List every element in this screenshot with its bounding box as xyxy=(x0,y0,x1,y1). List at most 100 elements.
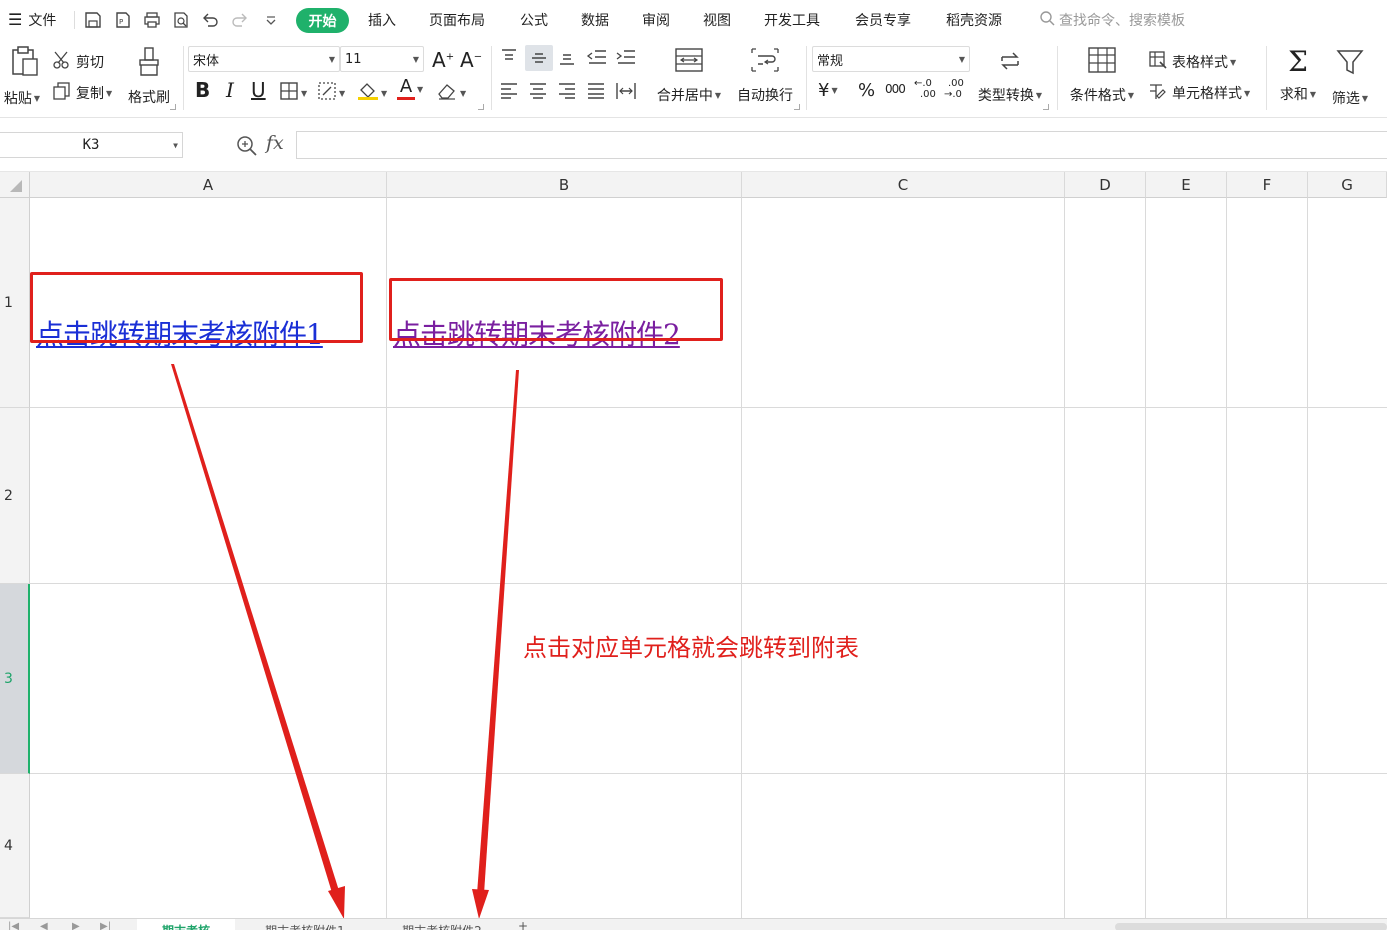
cut-button[interactable]: 剪切 xyxy=(52,50,104,74)
clipboard-dialog-launcher[interactable] xyxy=(170,104,176,110)
currency-icon: ¥ xyxy=(818,80,830,101)
currency-button[interactable]: ¥ ▼ xyxy=(818,80,838,101)
align-top-button[interactable] xyxy=(499,48,519,66)
font-color-button[interactable]: A ▼ xyxy=(397,78,423,100)
tab-developer[interactable]: 开发工具 xyxy=(764,10,820,30)
last-sheet-icon[interactable]: ▶| xyxy=(100,921,111,930)
print-icon[interactable] xyxy=(143,11,161,29)
align-right-icon xyxy=(559,83,575,99)
justify-button[interactable] xyxy=(586,82,606,100)
next-sheet-icon[interactable]: ▶ xyxy=(72,921,80,930)
font-name-value: 宋体 xyxy=(193,53,220,69)
sheet-tab-main[interactable]: 期末考核 xyxy=(137,919,235,930)
align-left-button[interactable] xyxy=(499,82,519,100)
zoom-icon[interactable] xyxy=(236,135,258,161)
align-center-icon xyxy=(530,83,546,99)
cell-style-button[interactable]: 单元格样式 ▼ xyxy=(1148,81,1250,105)
command-search[interactable]: 查找命令、搜索模板 xyxy=(1039,10,1185,30)
font-dialog-launcher[interactable] xyxy=(478,104,484,110)
tab-review[interactable]: 审阅 xyxy=(642,10,670,30)
clear-format-button[interactable]: ▼ xyxy=(436,81,466,105)
sum-button[interactable]: Σ 求和 ▼ xyxy=(1274,48,1322,104)
filter-button[interactable]: 筛选 ▼ xyxy=(1326,48,1374,108)
font-size-value: 11 xyxy=(345,51,362,67)
tab-formulas[interactable]: 公式 xyxy=(520,10,548,30)
tab-view[interactable]: 视图 xyxy=(703,10,731,30)
wrap-text-label: 自动换行 xyxy=(737,88,793,104)
prev-sheet-icon[interactable]: ◀ xyxy=(40,921,48,930)
percent-button[interactable]: % xyxy=(858,80,875,101)
percent-icon: % xyxy=(858,80,876,101)
tab-data[interactable]: 数据 xyxy=(581,10,609,30)
align-right-button[interactable] xyxy=(557,82,577,100)
tab-insert[interactable]: 插入 xyxy=(368,10,396,30)
thousands-separator-button[interactable]: 000 xyxy=(885,82,906,96)
bold-icon: B xyxy=(195,78,211,102)
font-size-select[interactable]: 11 ▼ xyxy=(340,46,424,72)
copy-button[interactable]: 复制 ▼ xyxy=(52,81,112,105)
font-name-select[interactable]: 宋体 ▼ xyxy=(188,46,340,72)
redo-icon[interactable] xyxy=(231,11,249,29)
sheet-tab-bar: |◀ ◀ ▶ ▶| 期末考核 期末考核附件1 期末考核附件2 + xyxy=(0,918,1387,930)
copy-icon xyxy=(52,81,72,105)
decrease-font-button[interactable]: A− xyxy=(460,48,482,72)
fill-pattern-button[interactable]: ▼ xyxy=(317,81,345,105)
align-bottom-button[interactable] xyxy=(557,48,577,66)
increase-indent-button[interactable] xyxy=(615,48,637,66)
wrap-text-icon xyxy=(750,46,780,78)
undo-icon[interactable] xyxy=(201,11,219,29)
first-sheet-icon[interactable]: |◀ xyxy=(8,921,19,930)
sheet-tab-attachment-2[interactable]: 期末考核附件2 xyxy=(375,919,509,930)
scissors-icon xyxy=(52,50,72,74)
distributed-button[interactable] xyxy=(615,82,637,100)
align-center-button[interactable] xyxy=(528,82,548,100)
tab-page-layout[interactable]: 页面布局 xyxy=(429,10,485,30)
function-wizard-button[interactable]: fx xyxy=(266,132,284,154)
underline-button[interactable]: U xyxy=(251,78,266,102)
customize-toolbar-icon[interactable] xyxy=(262,11,280,29)
sum-label: 求和 xyxy=(1279,87,1308,103)
increase-font-button[interactable]: A+ xyxy=(432,48,454,72)
italic-button[interactable]: I xyxy=(226,78,234,102)
save-icon[interactable] xyxy=(84,11,102,29)
conditional-format-icon xyxy=(1087,46,1117,78)
arrow-head-attachment-2 xyxy=(472,889,489,918)
tab-start[interactable]: 开始 xyxy=(296,8,349,33)
borders-button[interactable]: ▼ xyxy=(279,81,307,105)
arrow-head-attachment-1 xyxy=(328,886,345,918)
fill-color-button[interactable]: ▼ xyxy=(357,81,387,105)
formula-input[interactable] xyxy=(296,131,1387,159)
format-painter-button[interactable]: 格式刷 xyxy=(124,46,174,107)
alignment-dialog-launcher[interactable] xyxy=(794,104,800,110)
cell-style-label: 单元格样式 xyxy=(1172,86,1242,102)
eraser-icon xyxy=(436,81,458,105)
decrease-decimal-button[interactable]: .00 →.0 xyxy=(944,78,964,100)
underline-icon: U xyxy=(251,78,266,102)
table-style-button[interactable]: 表格样式 ▼ xyxy=(1148,50,1236,74)
search-placeholder: 查找命令、搜索模板 xyxy=(1059,13,1185,29)
tab-member[interactable]: 会员专享 xyxy=(855,10,911,30)
number-format-select[interactable]: 常规 ▼ xyxy=(812,46,970,72)
horizontal-scrollbar[interactable] xyxy=(1115,923,1387,930)
name-box[interactable]: K3 ▼ xyxy=(0,132,183,158)
print-preview-icon[interactable] xyxy=(172,11,190,29)
sheet-tab-attachment-1[interactable]: 期末考核附件1 xyxy=(237,919,373,930)
bold-button[interactable]: B xyxy=(195,78,210,102)
file-menu[interactable]: ☰ 文件 xyxy=(8,10,56,30)
file-menu-label: 文件 xyxy=(28,13,57,29)
ribbon-toolbar: 粘贴 ▼ 剪切 复制 ▼ 格式刷 宋体 ▼ 11 ▼ A+ A− B I U ▼ ▼ ▼ xyxy=(0,40,1387,118)
borders-icon xyxy=(279,81,299,105)
number-dialog-launcher[interactable] xyxy=(1043,104,1049,110)
wrap-text-button[interactable]: 自动换行 xyxy=(733,46,797,105)
conditional-format-button[interactable]: 条件格式 ▼ xyxy=(1066,46,1138,105)
decrease-indent-button[interactable] xyxy=(586,48,608,66)
type-convert-button[interactable]: 类型转换 ▼ xyxy=(974,48,1046,105)
merge-center-button[interactable]: 合并居中 ▼ xyxy=(652,46,726,105)
increase-decimal-button[interactable]: ←.0.00 xyxy=(914,78,936,100)
merge-cells-icon xyxy=(674,46,704,78)
add-sheet-icon[interactable]: + xyxy=(518,919,528,930)
export-pdf-icon[interactable]: P xyxy=(114,11,132,29)
align-middle-button[interactable] xyxy=(525,45,553,71)
tab-docer-resources[interactable]: 稻壳资源 xyxy=(946,10,1002,30)
paste-button[interactable]: 粘贴 ▼ xyxy=(0,46,44,112)
